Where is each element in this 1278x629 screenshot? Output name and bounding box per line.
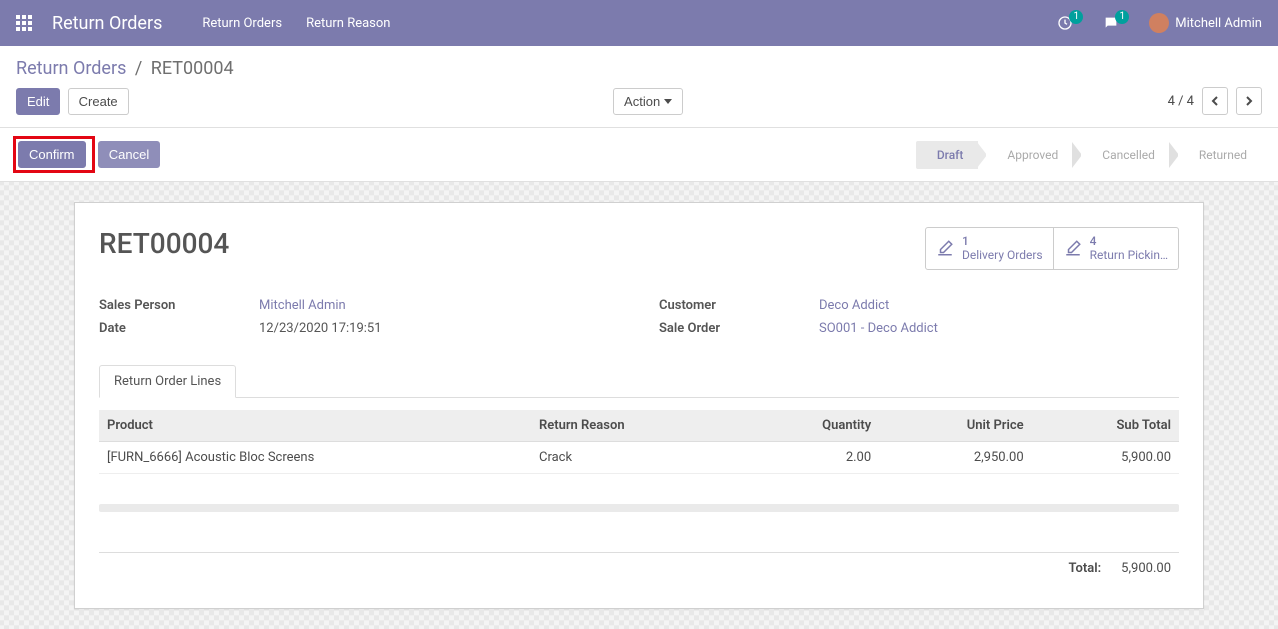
table-header-row: Product Return Reason Quantity Unit Pric… [99,410,1179,442]
control-panel: Return Orders / RET00004 Edit Create Act… [0,46,1278,128]
field-grid: Sales Person Mitchell Admin Date 12/23/2… [99,294,1179,340]
stat-label: Delivery Orders [962,248,1043,262]
field-customer: Customer Deco Addict [659,294,1179,317]
stat-label: Return Pickin… [1090,248,1168,262]
tab-return-order-lines[interactable]: Return Order Lines [99,365,236,398]
stage-draft[interactable]: Draft [916,141,979,169]
cell-qty: 2.00 [743,441,879,473]
stage-approved[interactable]: Approved [986,141,1073,169]
edit-button[interactable]: Edit [16,88,60,115]
scrollbar-track[interactable] [99,504,1179,512]
app-brand: Return Orders [52,13,162,34]
menu-return-orders[interactable]: Return Orders [202,16,282,31]
stat-buttons: 1 Delivery Orders 4 Return Pickin… [925,227,1179,270]
user-name: Mitchell Admin [1175,16,1262,31]
breadcrumb-root[interactable]: Return Orders [16,58,126,79]
pager: 4 / 4 [1168,87,1262,115]
messages-badge: 1 [1115,10,1129,24]
breadcrumb-sep: / [135,58,142,79]
stat-delivery-orders[interactable]: 1 Delivery Orders [926,228,1054,269]
field-date: Date 12/23/2020 17:19:51 [99,317,619,340]
tabs: Return Order Lines [99,364,1179,398]
cell-price: 2,950.00 [879,441,1031,473]
stage-indicator: Draft Approved Cancelled Returned [917,141,1262,169]
breadcrumb-current: RET00004 [151,58,234,79]
col-price: Unit Price [879,410,1031,442]
content-area: RET00004 1 Delivery Orders 4 Return Pick… [0,182,1278,629]
pencil-note-icon [1064,239,1082,257]
apps-icon[interactable] [16,15,32,31]
total-label: Total: [1069,561,1102,576]
top-nav: Return Orders Return Orders Return Reaso… [0,0,1278,46]
pager-prev[interactable] [1202,87,1228,115]
user-menu[interactable]: Mitchell Admin [1149,13,1262,33]
pager-text: 4 / 4 [1168,94,1194,109]
pager-next[interactable] [1236,87,1262,115]
menu-return-reason[interactable]: Return Reason [306,16,390,31]
activities-icon[interactable]: 1 [1057,15,1087,31]
col-product: Product [99,410,531,442]
record-title: RET00004 [99,227,925,260]
action-dropdown[interactable]: Action [613,88,683,115]
breadcrumb: Return Orders / RET00004 [0,46,1278,87]
messages-icon[interactable]: 1 [1103,15,1133,31]
stat-count: 4 [1090,234,1168,248]
cancel-button[interactable]: Cancel [98,141,160,168]
pencil-note-icon [936,239,954,257]
col-qty: Quantity [743,410,879,442]
stat-count: 1 [962,234,1043,248]
total-value: 5,900.00 [1121,561,1171,576]
field-sale-order: Sale Order SO001 - Deco Addict [659,317,1179,340]
stat-return-pickings[interactable]: 4 Return Pickin… [1054,228,1178,269]
activities-badge: 1 [1069,10,1083,24]
confirm-button[interactable]: Confirm [18,141,86,168]
table-row[interactable]: [FURN_6666] Acoustic Bloc Screens Crack … [99,441,1179,473]
status-bar: Confirm Cancel Draft Approved Cancelled … [0,128,1278,182]
avatar-icon [1149,13,1169,33]
cell-product: [FURN_6666] Acoustic Bloc Screens [99,441,531,473]
form-sheet: RET00004 1 Delivery Orders 4 Return Pick… [74,202,1204,609]
cell-sub: 5,900.00 [1032,441,1179,473]
col-sub: Sub Total [1032,410,1179,442]
cell-reason: Crack [531,441,743,473]
col-reason: Return Reason [531,410,743,442]
stage-cancelled[interactable]: Cancelled [1081,141,1170,169]
confirm-highlight: Confirm [13,136,95,173]
totals-row: Total: 5,900.00 [99,552,1179,584]
field-sales-person: Sales Person Mitchell Admin [99,294,619,317]
chevron-down-icon [664,99,672,104]
stage-returned[interactable]: Returned [1178,141,1262,169]
lines-table: Product Return Reason Quantity Unit Pric… [99,410,1179,474]
create-button[interactable]: Create [68,88,129,115]
action-label: Action [624,94,660,109]
